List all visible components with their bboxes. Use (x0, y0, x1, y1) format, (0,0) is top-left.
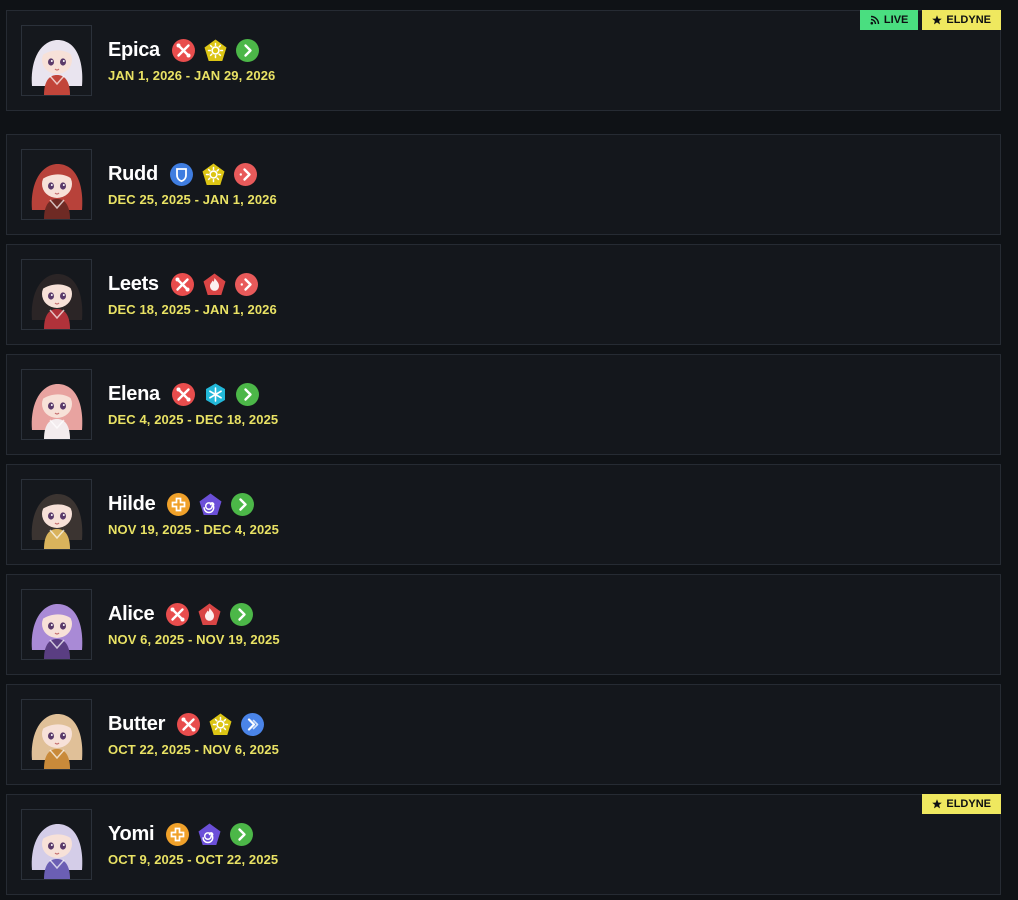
class-striker-icon (171, 38, 195, 62)
banner-card-elena[interactable]: Elena DEC 4, 2025 - DEC 18, 2025 (6, 354, 1001, 455)
banner-date-range: OCT 9, 2025 - OCT 22, 2025 (108, 852, 279, 867)
character-name: Hilde (108, 492, 156, 515)
class-striker-icon (177, 712, 201, 736)
position-front-icon (235, 38, 259, 62)
element-fire-icon (203, 273, 226, 295)
star-icon (932, 799, 943, 809)
banner-date-range: NOV 6, 2025 - NOV 19, 2025 (108, 632, 280, 647)
character-portrait (21, 369, 92, 440)
character-header: Rudd (108, 161, 265, 187)
element-fire-icon (198, 603, 221, 625)
position-back-blue-icon (241, 712, 265, 736)
badge-label: ELDYNE (946, 798, 991, 810)
character-name: Butter (108, 712, 166, 735)
element-dark-icon (198, 823, 221, 845)
banner-card-hilde[interactable]: Hilde NOV 19, 2025 - DEC 4, 2025 (6, 464, 1001, 565)
class-striker-icon (171, 382, 195, 406)
character-portrait (21, 699, 92, 770)
character-portrait (21, 809, 92, 880)
character-name: Rudd (108, 162, 158, 185)
character-header: Epica (108, 37, 267, 63)
character-name: Alice (108, 602, 155, 625)
position-front-icon (235, 382, 259, 406)
element-light-icon (202, 163, 225, 185)
character-name: Epica (108, 38, 160, 61)
class-healer-icon (166, 822, 190, 846)
eldyne-badge: ELDYNE (922, 794, 1001, 814)
element-ice-icon (205, 383, 225, 405)
position-back-red-icon (233, 162, 257, 186)
badge-group: LIVE ELDYNE (859, 10, 1001, 30)
character-portrait (21, 259, 92, 330)
character-name: Elena (108, 382, 160, 405)
banner-list: Epica JAN 1, 2026 - JAN 29, 2026 LIVE ELDY… (0, 0, 1018, 900)
banner-date-range: NOV 19, 2025 - DEC 4, 2025 (108, 522, 279, 537)
badge-group: ELDYNE (922, 794, 1001, 814)
character-name: Yomi (108, 822, 155, 845)
badge-label: ELDYNE (946, 14, 991, 26)
banner-date-range: DEC 4, 2025 - DEC 18, 2025 (108, 412, 279, 427)
character-name: Leets (108, 272, 159, 295)
character-portrait (21, 589, 92, 660)
banner-card-leets[interactable]: Leets DEC 18, 2025 - JAN 1, 2026 (6, 244, 1001, 345)
position-front-icon (230, 602, 254, 626)
element-light-icon (209, 713, 232, 735)
character-portrait (21, 479, 92, 550)
character-header: Elena (108, 381, 267, 407)
rss-icon (870, 15, 880, 25)
character-header: Hilde (108, 491, 262, 517)
eldyne-badge: ELDYNE (922, 10, 1001, 30)
banner-card-epica[interactable]: Epica JAN 1, 2026 - JAN 29, 2026 LIVE ELDY… (6, 10, 1001, 111)
banner-date-range: OCT 22, 2025 - NOV 6, 2025 (108, 742, 279, 757)
star-icon (932, 15, 943, 25)
character-header: Leets (108, 271, 266, 297)
character-header: Butter (108, 711, 272, 737)
character-header: Alice (108, 601, 261, 627)
class-striker-icon (166, 602, 190, 626)
banner-date-range: DEC 25, 2025 - JAN 1, 2026 (108, 192, 277, 207)
banner-card-yomi[interactable]: Yomi OCT 9, 2025 - OCT 22, 2025 ELDYNE (6, 794, 1001, 895)
position-front-icon (230, 822, 254, 846)
character-header: Yomi (108, 821, 261, 847)
character-portrait (21, 25, 92, 96)
live-badge: LIVE (859, 10, 919, 30)
class-defender-icon (169, 162, 193, 186)
class-striker-icon (170, 272, 194, 296)
banner-card-rudd[interactable]: Rudd DEC 25, 2025 - JAN 1, 2026 (6, 134, 1001, 235)
banner-card-butter[interactable]: Butter OCT 22, 2025 - NOV 6, 2025 (6, 684, 1001, 785)
badge-label: LIVE (883, 14, 909, 26)
class-healer-icon (167, 492, 191, 516)
position-back-red-icon (234, 272, 258, 296)
banner-card-alice[interactable]: Alice NOV 6, 2025 - NOV 19, 2025 (6, 574, 1001, 675)
character-portrait (21, 149, 92, 220)
position-front-icon (231, 492, 255, 516)
banner-date-range: JAN 1, 2026 - JAN 29, 2026 (108, 68, 276, 83)
element-dark-icon (199, 493, 222, 515)
element-light-icon (204, 39, 227, 61)
banner-date-range: DEC 18, 2025 - JAN 1, 2026 (108, 302, 277, 317)
